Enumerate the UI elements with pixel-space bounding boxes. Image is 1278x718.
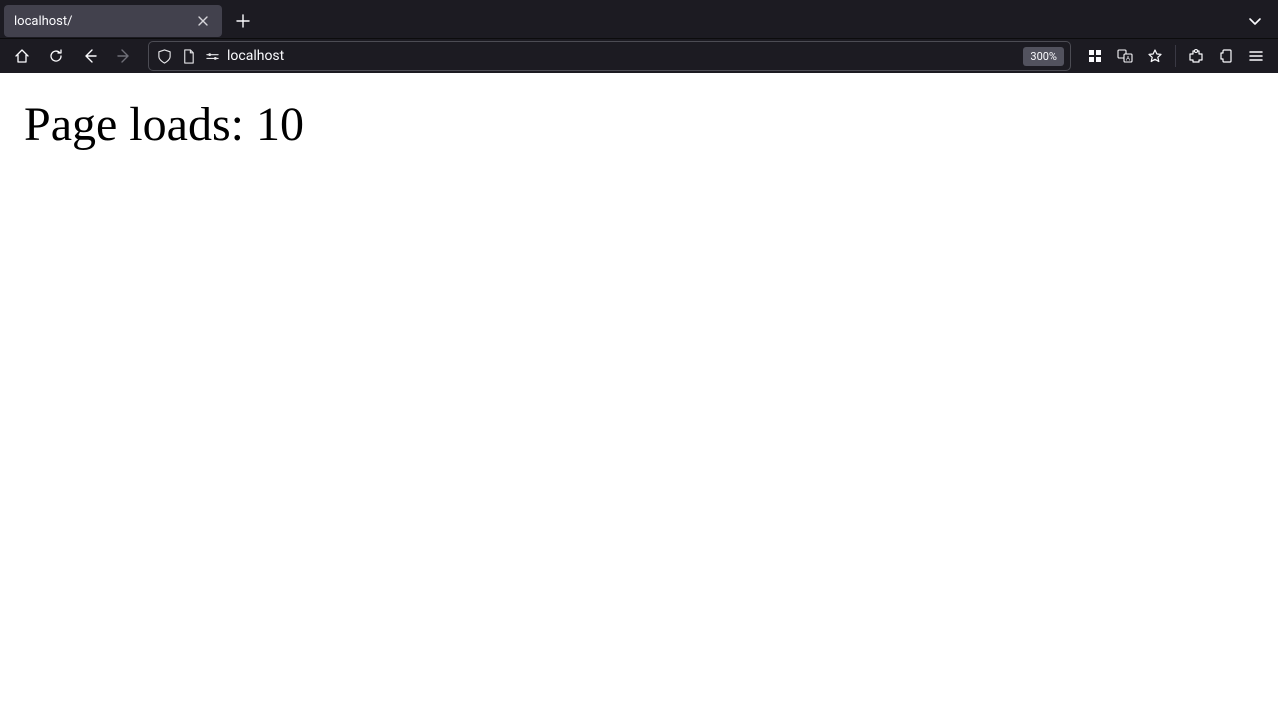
permissions-icon[interactable] bbox=[203, 47, 221, 65]
extensions-icon[interactable] bbox=[1212, 42, 1240, 70]
tabs-dropdown-button[interactable] bbox=[1240, 6, 1270, 36]
translate-icon[interactable]: A bbox=[1111, 42, 1139, 70]
browser-chrome: localhost/ bbox=[0, 0, 1278, 73]
nav-toolbar: 300% A bbox=[0, 38, 1278, 73]
svg-text:A: A bbox=[1126, 57, 1130, 63]
address-bar[interactable]: 300% bbox=[148, 41, 1071, 71]
separator bbox=[1175, 45, 1176, 67]
home-button[interactable] bbox=[8, 42, 36, 70]
addon-icon[interactable] bbox=[1182, 42, 1210, 70]
zoom-indicator[interactable]: 300% bbox=[1023, 47, 1064, 66]
tab-localhost[interactable]: localhost/ bbox=[4, 5, 222, 37]
new-tab-button[interactable] bbox=[228, 6, 258, 36]
url-input[interactable] bbox=[227, 48, 1017, 64]
app-menu-button[interactable] bbox=[1242, 42, 1270, 70]
container-icon[interactable] bbox=[1081, 42, 1109, 70]
forward-button[interactable] bbox=[110, 42, 138, 70]
bookmark-star-icon[interactable] bbox=[1141, 42, 1169, 70]
tab-bar: localhost/ bbox=[0, 0, 1278, 38]
page-content: Page loads: 10 bbox=[0, 73, 1278, 176]
toolbar-right-icons: A bbox=[1081, 42, 1270, 70]
page-icon[interactable] bbox=[179, 47, 197, 65]
tab-title: localhost/ bbox=[14, 14, 186, 29]
reload-button[interactable] bbox=[42, 42, 70, 70]
shield-icon[interactable] bbox=[155, 47, 173, 65]
back-button[interactable] bbox=[76, 42, 104, 70]
close-icon[interactable] bbox=[194, 12, 212, 30]
page-heading: Page loads: 10 bbox=[24, 97, 1254, 152]
